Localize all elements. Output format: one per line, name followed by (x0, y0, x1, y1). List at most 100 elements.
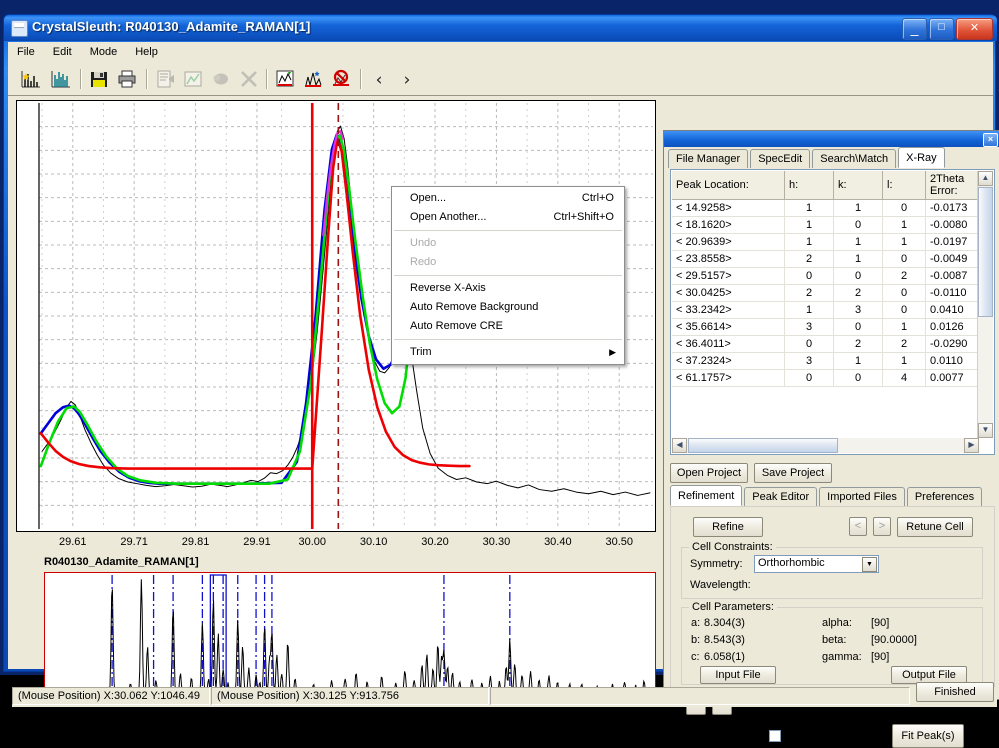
table-cell: < 36.4011> (672, 335, 785, 353)
auto-find-fit-peaks-checkbox[interactable] (769, 730, 781, 742)
table-row[interactable]: < 36.4011> 0 2 2 -0.0290 (672, 335, 979, 353)
table-cell: 3 (833, 301, 883, 319)
table-cell: < 29.5157> (672, 267, 785, 285)
scroll-down-icon[interactable]: ▼ (978, 423, 993, 438)
table-cell: 1 (833, 352, 883, 370)
maximize-button[interactable]: □ (929, 18, 954, 40)
minimize-button[interactable]: _ (902, 18, 927, 40)
right-panel-close-icon[interactable]: × (983, 133, 998, 147)
table-row[interactable]: < 30.0425> 2 2 0 -0.0110 (672, 284, 979, 302)
menu-mode[interactable]: Mode (81, 42, 127, 61)
spectrum-star-icon[interactable] (18, 67, 44, 91)
table-row[interactable]: < 61.1757> 0 0 4 0.0077 (672, 369, 979, 387)
x-axis-tick-label: 30.30 (482, 536, 511, 548)
context-menu-item-reverse-x-axis[interactable]: Reverse X-Axis (392, 279, 624, 298)
context-menu-item-redo-label: Redo (410, 256, 437, 268)
tab-refinement[interactable]: Refinement (670, 485, 743, 506)
status-mouse-position-1: (Mouse Position) X:30.062 Y:1046.49 (12, 687, 210, 705)
vertical-scroll-thumb[interactable] (978, 187, 993, 317)
table-row[interactable]: < 14.9258> 1 1 0 -0.0173 (672, 199, 979, 217)
table-row[interactable]: < 29.5157> 0 0 2 -0.0087 (672, 267, 979, 285)
refine-button[interactable]: Refine (693, 517, 763, 537)
col-2theta-error[interactable]: 2Theta Error: (925, 171, 979, 200)
peak-table-container[interactable]: Peak Location: h: k: l: 2Theta Error: < … (670, 169, 995, 455)
beta-label: beta: (822, 634, 847, 646)
table-horizontal-scrollbar[interactable]: ◀ ▶ (672, 438, 979, 453)
close-button[interactable]: ✕ (956, 18, 993, 40)
tab-xray[interactable]: X-Ray (898, 147, 945, 168)
peak-table-body: < 14.9258> 1 1 0 -0.0173 < 18.1620> 1 0 1 -0.0080… (672, 199, 979, 387)
context-menu-item-auto-remove-cre[interactable]: Auto Remove CRE (392, 317, 624, 336)
print-icon[interactable] (114, 67, 140, 91)
table-row[interactable]: < 37.2324> 3 1 1 0.0110 (672, 352, 979, 370)
table-cell: 0.0077 (925, 369, 979, 387)
open-project-button[interactable]: Open Project (670, 463, 748, 483)
context-menu-item-trim[interactable]: Trim ▶ (392, 343, 624, 362)
table-cell: 0 (882, 284, 926, 302)
symmetry-select[interactable]: Orthorhombic ▼ (754, 555, 879, 573)
table-cell: 1 (784, 301, 834, 319)
table-row[interactable]: < 33.2342> 1 3 0 0.0410 (672, 301, 979, 319)
scroll-up-icon[interactable]: ▲ (978, 171, 993, 186)
table-vertical-scrollbar[interactable]: ▲ ▼ (977, 171, 993, 438)
baseline-icon[interactable] (272, 67, 298, 91)
save-icon[interactable] (86, 67, 112, 91)
col-l[interactable]: l: (882, 171, 926, 200)
context-menu-separator (394, 339, 622, 340)
table-cell: 2 (882, 335, 926, 353)
overview-spectrum[interactable] (44, 572, 656, 704)
context-menu-item-auto-remove-background[interactable]: Auto Remove Background (392, 298, 624, 317)
refine-next-button[interactable]: > (873, 517, 891, 536)
spectrum-bars-icon[interactable] (48, 67, 74, 91)
context-menu-item-open-another-accel: Ctrl+Shift+O (553, 211, 614, 223)
chevron-down-icon[interactable]: ▼ (862, 557, 877, 572)
table-cell: 1 (882, 318, 926, 336)
fit-peaks-button[interactable]: Fit Peak(s) (892, 724, 964, 748)
retune-cell-button[interactable]: Retune Cell (897, 517, 973, 537)
horizontal-scroll-thumb[interactable] (688, 438, 838, 453)
alpha-value: [90] (871, 617, 890, 629)
svg-text:›: › (404, 70, 411, 90)
input-file-button[interactable]: Input File (700, 666, 776, 684)
x-axis-tick-label: 30.10 (359, 536, 388, 548)
table-row[interactable]: < 18.1620> 1 0 1 -0.0080 (672, 216, 979, 234)
scroll-left-icon[interactable]: ◀ (672, 438, 687, 453)
x-axis-tick-label: 29.91 (243, 536, 271, 548)
overview-spectrum-svg (45, 574, 655, 700)
col-peak-location[interactable]: Peak Location: (672, 171, 785, 200)
menu-help[interactable]: Help (126, 42, 167, 61)
save-project-button[interactable]: Save Project (754, 463, 832, 483)
tab-imported-files[interactable]: Imported Files (819, 487, 905, 506)
table-row[interactable]: < 23.8558> 2 1 0 -0.0049 (672, 250, 979, 268)
svg-text:‹: ‹ (376, 70, 383, 90)
finished-button[interactable]: Finished (916, 682, 994, 702)
next-icon[interactable]: › (394, 67, 420, 91)
peaks-icon[interactable] (300, 67, 326, 91)
tab-preferences[interactable]: Preferences (906, 487, 983, 506)
table-cell: -0.0080 (925, 216, 979, 234)
refine-prev-button[interactable]: < (849, 517, 867, 536)
tab-search-match[interactable]: Search\Match (812, 149, 897, 168)
col-h[interactable]: h: (784, 171, 834, 200)
no-entry-icon[interactable] (328, 67, 354, 91)
context-menu-item-open-another[interactable]: Open Another... Ctrl+Shift+O (392, 208, 624, 227)
table-row[interactable]: < 35.6614> 3 0 1 0.0126 (672, 318, 979, 336)
scroll-right-icon[interactable]: ▶ (964, 438, 979, 453)
toolbar-separator (146, 69, 148, 89)
table-header-row: Peak Location: h: k: l: 2Theta Error: (672, 171, 979, 200)
col-k[interactable]: k: (833, 171, 883, 200)
prev-icon[interactable]: ‹ (366, 67, 392, 91)
table-cell: 0 (833, 369, 883, 387)
tab-peak-editor[interactable]: Peak Editor (744, 487, 818, 506)
peak-table: Peak Location: h: k: l: 2Theta Error: < … (672, 171, 979, 387)
context-menu-item-open[interactable]: Open... Ctrl+O (392, 189, 624, 208)
table-cell: < 30.0425> (672, 284, 785, 302)
toolbar-separator (266, 69, 268, 89)
menu-edit[interactable]: Edit (44, 42, 81, 61)
table-row[interactable]: < 20.9639> 1 1 1 -0.0197 (672, 233, 979, 251)
tab-specedit[interactable]: SpecEdit (750, 149, 811, 168)
menu-file[interactable]: File (8, 42, 44, 61)
title-bar: CrystalSleuth: R040130_Adamite_RAMAN[1] … (4, 15, 997, 41)
desktop-background: CrystalSleuth: R040130_Adamite_RAMAN[1] … (0, 0, 999, 748)
tab-file-manager[interactable]: File Manager (668, 149, 749, 168)
